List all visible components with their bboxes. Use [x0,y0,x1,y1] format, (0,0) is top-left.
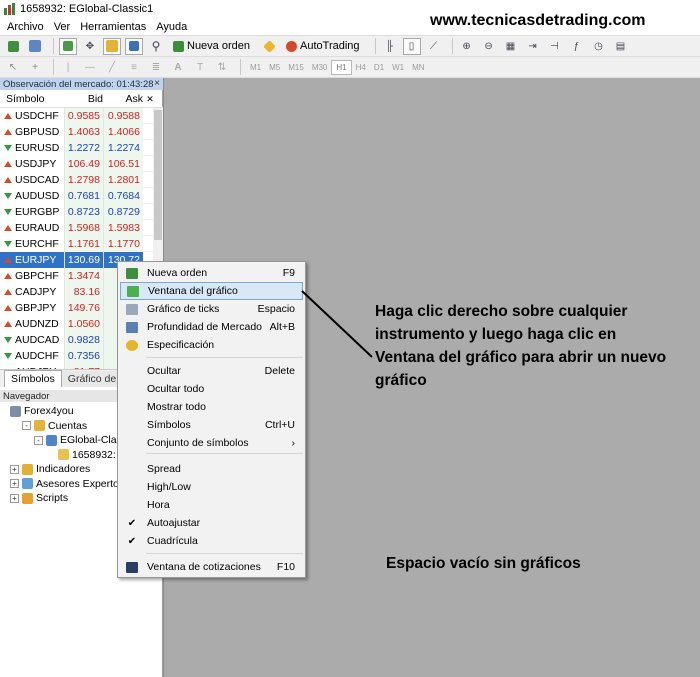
annotation-instruction: Haga clic derecho sobre cualquier instru… [375,303,667,389]
annotation-empty-space: Espacio vacío sin gráficos [386,555,581,572]
